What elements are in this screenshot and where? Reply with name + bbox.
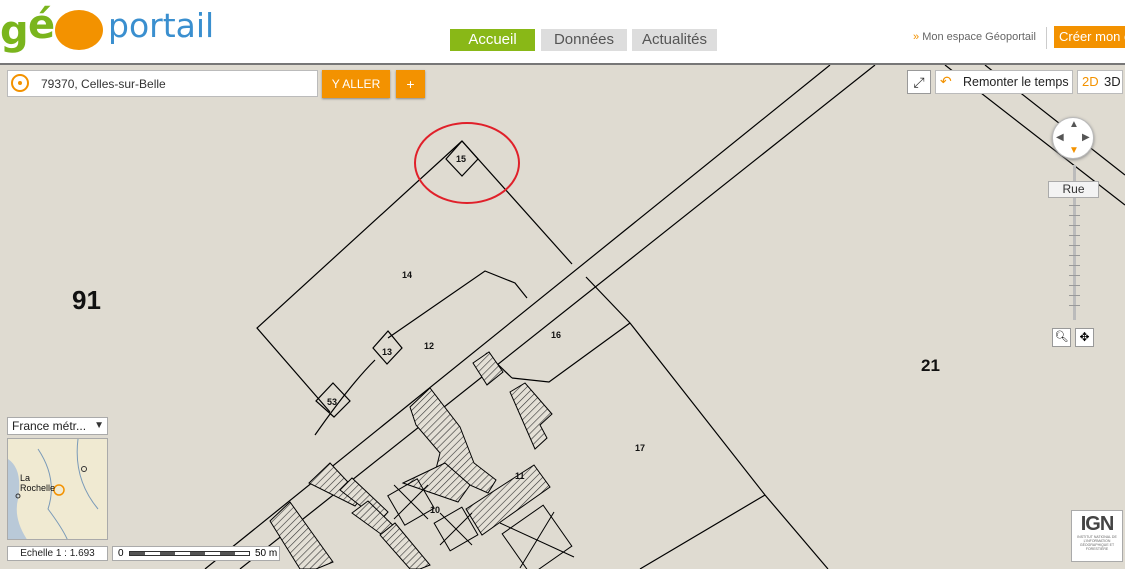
parcel-12-boundary	[387, 270, 528, 339]
pan-left-icon[interactable]: ◀	[1056, 133, 1064, 143]
zoom-tick	[1069, 235, 1080, 236]
zoom-tick	[1069, 215, 1080, 216]
tab-actualites[interactable]: Actualités	[632, 29, 717, 51]
scale-bar-graphic	[129, 551, 250, 556]
parcel-label-15: 15	[456, 154, 466, 164]
minimap-label-line2: Rochelle	[20, 483, 55, 493]
cadastre-map: 15 14 12 13 53 16 17 11 10 91 21	[72, 65, 1125, 569]
go-button[interactable]: Y ALLER	[322, 70, 390, 98]
geoportail-logo[interactable]: g é portail	[0, 2, 230, 54]
minimap-label-line1: La	[20, 473, 30, 483]
mode-2d-button[interactable]: 2D	[1082, 71, 1099, 93]
scale-label: Echelle 1 : 1.693	[7, 546, 108, 561]
mode-3d-button[interactable]: 3D	[1104, 71, 1121, 93]
map-view[interactable]: 15 14 12 13 53 16 17 11 10 91 21 Y ALLER…	[0, 63, 1125, 569]
search-box	[7, 70, 318, 97]
pan-down-icon[interactable]: ▼	[1069, 146, 1079, 156]
parcel-label-16: 16	[551, 330, 561, 340]
zoom-tick	[1069, 255, 1080, 256]
parcel-label-12: 12	[424, 341, 434, 351]
locate-icon[interactable]	[11, 74, 29, 92]
overview-minimap[interactable]: La Rochelle	[7, 438, 108, 540]
pan-up-icon[interactable]: ▲	[1069, 120, 1079, 130]
zoom-tick	[1069, 305, 1080, 306]
fullscreen-icon[interactable]: ⤢	[907, 70, 931, 94]
highlight-circle	[414, 122, 520, 204]
scale-bar: 0 50 m	[112, 546, 280, 561]
scale-bar-end: 50 m	[255, 548, 278, 559]
minimap-svg: La Rochelle	[8, 439, 99, 539]
chevron-down-icon: ▼	[94, 420, 104, 431]
parcel-16-south	[511, 322, 631, 383]
parcel-label-11: 11	[515, 471, 525, 481]
parcel-14-boundary	[256, 140, 463, 413]
logo-e: é	[28, 2, 56, 48]
tab-accueil[interactable]: Accueil	[450, 29, 535, 51]
pan-right-icon[interactable]: ▶	[1082, 133, 1090, 143]
parcel-16-17-boundary	[585, 276, 829, 569]
logo-portail: portail	[108, 6, 215, 45]
parcel-label-53: 53	[327, 397, 337, 407]
parcel-label-14: 14	[402, 270, 412, 280]
buildings	[269, 351, 553, 569]
pan-control[interactable]: ▲ ◀ ▶ ▼	[1052, 117, 1094, 159]
parcel-label-17: 17	[635, 443, 645, 453]
parcel-label-10: 10	[430, 505, 440, 515]
zoom-center-icon[interactable]: ✥	[1075, 328, 1094, 347]
parcel-13-path	[314, 359, 376, 436]
ign-logo-title: IGN	[1080, 513, 1115, 535]
plus-button[interactable]: +	[396, 70, 425, 98]
undo-arrow-icon: ↶	[940, 73, 952, 89]
section-label-91: 91	[72, 285, 101, 315]
region-select-value: France métr...	[12, 419, 87, 433]
zoom-tick	[1069, 205, 1080, 206]
region-select[interactable]: France métr... ▼	[7, 417, 108, 435]
ign-logo-subtitle: INSTITUT NATIONAL DE L'INFORMATION GÉOGR…	[1077, 535, 1117, 551]
parcel-label-13: 13	[382, 347, 392, 357]
zoom-tick	[1069, 225, 1080, 226]
tab-donnees[interactable]: Données	[541, 29, 627, 51]
remonter-le-temps-label: Remonter le temps	[963, 75, 1069, 89]
logo-o-circle	[55, 10, 103, 50]
header: g é portail Accueil Données Actualités »…	[0, 0, 1125, 63]
search-input[interactable]	[39, 73, 313, 95]
zoom-tick	[1069, 245, 1080, 246]
header-separator	[1046, 27, 1047, 49]
mon-espace-prefix: »	[913, 31, 920, 43]
remonter-le-temps-button[interactable]: ↶ Remonter le temps	[935, 70, 1073, 94]
logo-g: g	[0, 8, 29, 54]
zoom-tick	[1069, 295, 1080, 296]
dimension-toggle: 2D 3D	[1077, 70, 1123, 94]
zoom-tick	[1069, 265, 1080, 266]
ign-logo[interactable]: IGN INSTITUT NATIONAL DE L'INFORMATION G…	[1071, 510, 1123, 562]
mon-espace-link[interactable]: » Mon espace Géoportail	[913, 31, 1036, 43]
zoom-tick	[1069, 285, 1080, 286]
zoom-tick	[1069, 275, 1080, 276]
zoom-level-label: Rue	[1048, 181, 1099, 198]
section-label-21: 21	[921, 356, 940, 375]
creer-compte-button[interactable]: Créer mon c	[1054, 26, 1125, 48]
mon-espace-label: Mon espace Géoportail	[922, 31, 1036, 43]
zoom-search-icon[interactable]: 🔍︎	[1052, 328, 1071, 347]
scale-bar-start: 0	[118, 548, 124, 559]
